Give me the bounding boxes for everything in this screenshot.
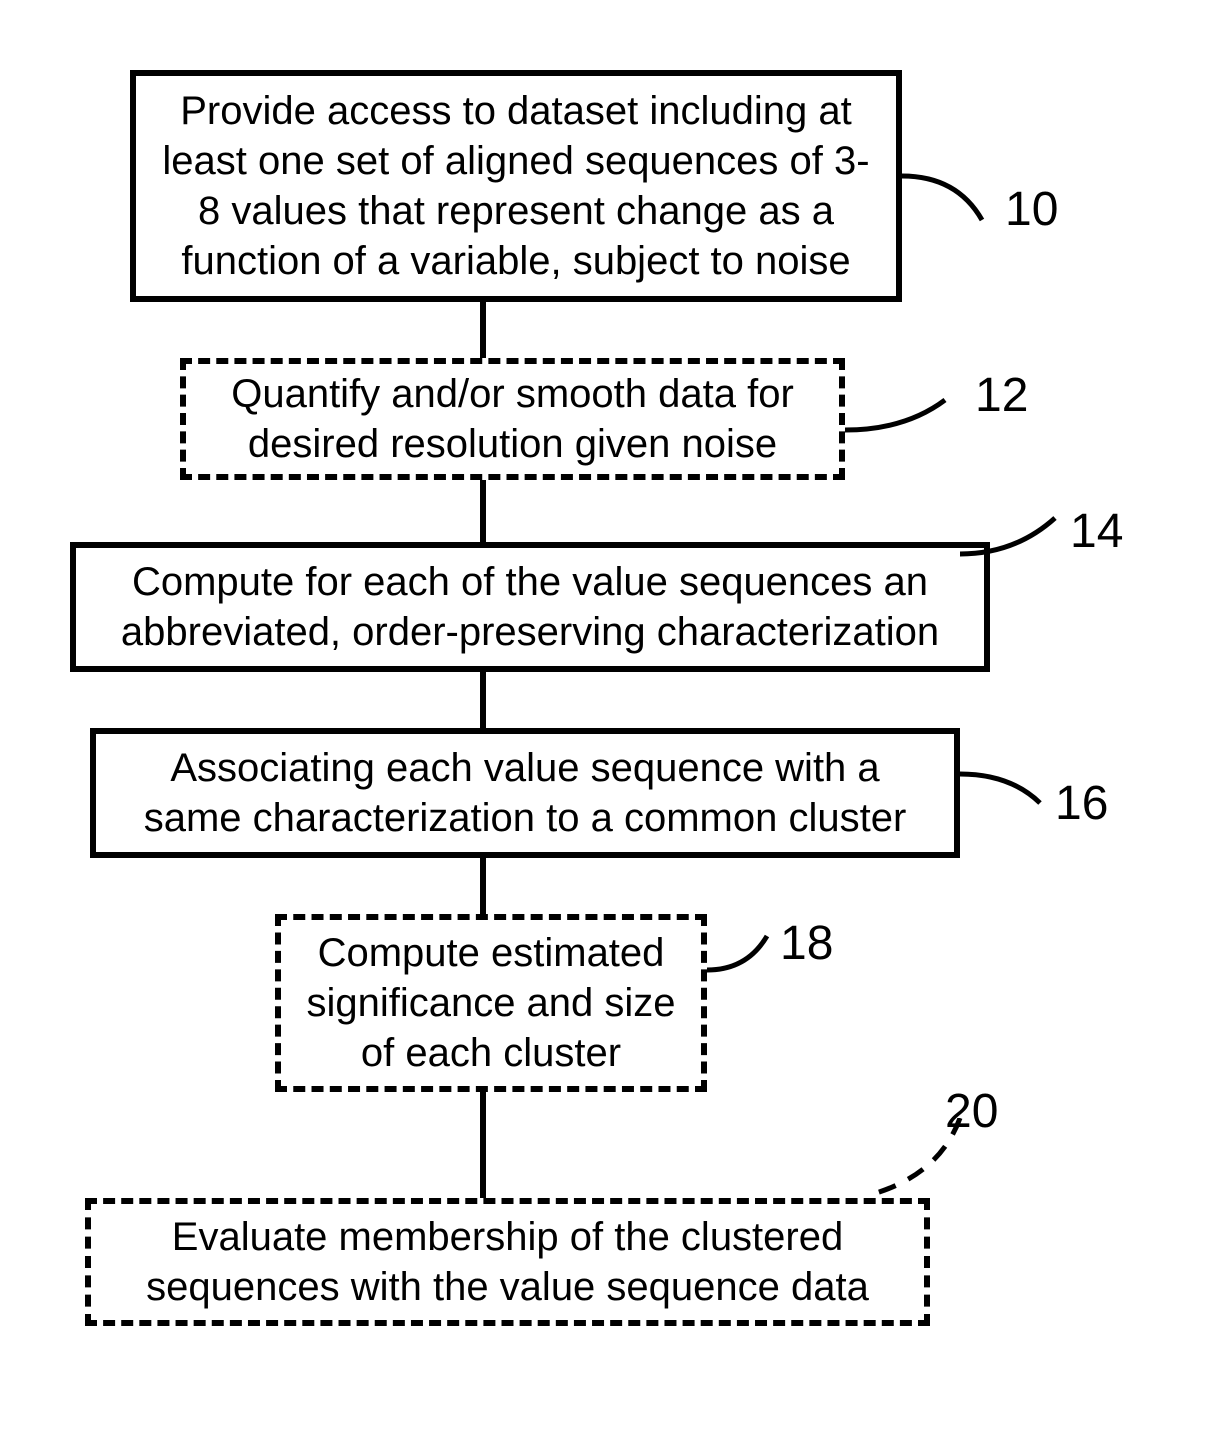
step-12-label: 12	[975, 372, 1028, 420]
connector-14-16	[480, 672, 486, 728]
leader-16	[960, 768, 1055, 813]
connector-12-14	[480, 480, 486, 542]
leader-18	[707, 930, 782, 980]
step-10-box: Provide access to dataset including at l…	[130, 70, 902, 302]
step-16-text: Associating each value sequence with a s…	[116, 743, 934, 843]
flowchart: Provide access to dataset including at l…	[0, 0, 1212, 1432]
step-12-text: Quantify and/or smooth data for desired …	[206, 369, 819, 469]
step-20-text: Evaluate membership of the clustered seq…	[111, 1212, 904, 1312]
step-20-label: 20	[945, 1088, 998, 1136]
leader-12	[845, 395, 965, 450]
leader-10	[902, 170, 997, 230]
leader-14	[960, 512, 1070, 567]
step-14-box: Compute for each of the value sequences …	[70, 542, 990, 672]
step-10-label: 10	[1005, 186, 1058, 234]
step-12-box: Quantify and/or smooth data for desired …	[180, 358, 845, 480]
step-18-label: 18	[780, 920, 833, 968]
connector-10-12	[480, 302, 486, 358]
step-14-label: 14	[1070, 508, 1123, 556]
connector-18-20	[480, 1092, 486, 1198]
step-16-box: Associating each value sequence with a s…	[90, 728, 960, 858]
step-20-box: Evaluate membership of the clustered seq…	[85, 1198, 930, 1326]
step-18-box: Compute estimated significance and size …	[275, 914, 707, 1092]
step-18-text: Compute estimated significance and size …	[301, 928, 681, 1078]
step-10-text: Provide access to dataset including at l…	[156, 86, 876, 286]
connector-16-18	[480, 858, 486, 914]
step-14-text: Compute for each of the value sequences …	[96, 557, 964, 657]
step-16-label: 16	[1055, 780, 1108, 828]
